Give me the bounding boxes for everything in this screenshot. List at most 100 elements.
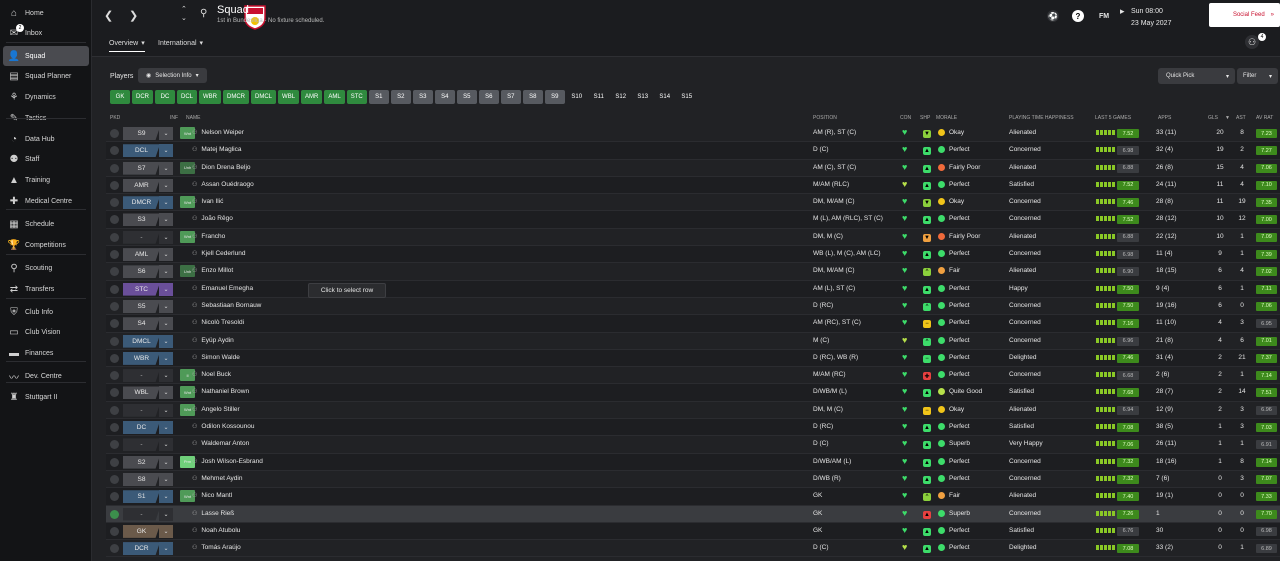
chevron-down-icon[interactable]: ⌄ bbox=[159, 455, 173, 469]
sidebar-item-finances[interactable]: ▬ Finances bbox=[3, 343, 89, 363]
chevron-down-icon[interactable]: ⌄ bbox=[159, 299, 173, 313]
col-morale[interactable]: MORALE bbox=[936, 115, 957, 121]
player-name-cell[interactable]: ⚇ Waldemar Anton bbox=[192, 440, 249, 447]
sidebar-item-club-vision[interactable]: ▭ Club Vision bbox=[3, 322, 89, 342]
manager-avatar-icon[interactable]: ⚇ bbox=[1245, 35, 1259, 49]
table-row[interactable]: - ⌄ ⚇ Lasse Rieß GK ♥ ▲ Superb Concerned 7.26 1 0 0 7… bbox=[106, 505, 1280, 523]
player-name-cell[interactable]: ⚇ João Rêgo bbox=[192, 215, 233, 222]
table-row[interactable]: DMCR ⌄ Wnt ⚇ Ivan Ilić DM, M/AM (C) ♥ ▼ Okay Conc… bbox=[106, 194, 1280, 212]
player-name-cell[interactable]: ⚇ Matej Maglica bbox=[192, 146, 242, 153]
select-checkbox[interactable] bbox=[110, 250, 119, 260]
chevron-down-icon[interactable]: ⌄ bbox=[159, 490, 173, 504]
position-filter-s11[interactable]: S11 bbox=[589, 90, 609, 104]
position-filter-s2[interactable]: S2 bbox=[390, 90, 411, 104]
select-checkbox[interactable] bbox=[110, 405, 119, 415]
selection-position-tag[interactable]: S4 bbox=[123, 317, 160, 331]
table-row[interactable]: DCR ⌄ ⚇ Tomás Araújo D (C) ♥ ▲ Perfect Delighted… bbox=[106, 540, 1280, 558]
table-row[interactable]: DCL ⌄ ⚇ Matej Maglica D (C) ♥ ▲ Perfect Concerne… bbox=[106, 142, 1280, 160]
player-name-cell[interactable]: ⚇ Simon Walde bbox=[192, 354, 240, 361]
table-row[interactable]: S4 ⌄ ⚇ Nicolò Tresoldi AM (RC), ST (C) ♥ − Perf… bbox=[106, 315, 1280, 333]
select-checkbox[interactable] bbox=[110, 371, 119, 381]
col-position[interactable]: POSITION bbox=[813, 115, 837, 121]
chevron-down-icon[interactable]: ⌄ bbox=[181, 14, 187, 22]
continue-icon[interactable]: ▸ bbox=[1120, 6, 1125, 17]
table-row[interactable]: DC ⌄ ⚇ Odilon Kossounou D (RC) ♥ ▲ Perfect Satis… bbox=[106, 419, 1280, 437]
position-filter-s7[interactable]: S7 bbox=[500, 90, 521, 104]
player-name-cell[interactable]: ⚇ Sebastiaan Bornauw bbox=[192, 302, 261, 309]
select-checkbox[interactable] bbox=[110, 215, 119, 225]
chevron-down-icon[interactable]: ⌄ bbox=[159, 213, 173, 227]
table-row[interactable]: AMR ⌄ ⚇ Assan Ouédraogo M/AM (RLC) ♥ ▲ Perfect S… bbox=[106, 176, 1280, 195]
selection-position-tag[interactable]: AML bbox=[123, 248, 160, 262]
filter-button[interactable]: Filter ▾ bbox=[1237, 68, 1278, 84]
position-filter-s3[interactable]: S3 bbox=[412, 90, 433, 104]
social-feed-button[interactable]: Social Feed » bbox=[1209, 3, 1280, 27]
player-name-cell[interactable]: ⚇ Nathaniel Brown bbox=[192, 388, 249, 395]
sort-desc-icon[interactable]: ▼ bbox=[1225, 115, 1230, 121]
player-name-cell[interactable]: ⚇ Dion Drena Beljo bbox=[192, 164, 251, 171]
selection-position-tag[interactable]: - bbox=[123, 369, 160, 383]
player-name-cell[interactable]: ⚇ Odilon Kossounou bbox=[192, 423, 255, 430]
chevron-down-icon[interactable]: ⌄ bbox=[159, 386, 173, 400]
position-filter-wbl[interactable]: WBL bbox=[278, 90, 300, 104]
select-checkbox[interactable] bbox=[110, 474, 119, 484]
table-row[interactable]: S3 ⌄ ⚇ João Rêgo M (L), AM (RLC), ST (C) ♥ ▲ Pe… bbox=[106, 211, 1280, 229]
table-row[interactable]: S6 ⌄ Unh ⚇ Enzo Millot DM, M/AM (C) ♥ ^ Fair Alie… bbox=[106, 263, 1280, 281]
sidebar-item-squad-planner[interactable]: ▤ Squad Planner bbox=[3, 66, 89, 86]
selection-position-tag[interactable]: DMCL bbox=[123, 334, 160, 348]
help-icon[interactable]: ? bbox=[1072, 10, 1084, 22]
selection-position-tag[interactable]: WBR bbox=[123, 351, 160, 365]
position-filter-s5[interactable]: S5 bbox=[456, 90, 477, 104]
chevron-down-icon[interactable]: ⌄ bbox=[159, 144, 173, 158]
player-name-cell[interactable]: ⚇ Nelson Weiper bbox=[192, 129, 244, 136]
sidebar-item-transfers[interactable]: ⇄ Transfers bbox=[3, 279, 89, 299]
select-checkbox[interactable] bbox=[110, 544, 119, 554]
player-name-cell[interactable]: ⚇ Assan Ouédraogo bbox=[192, 181, 254, 188]
position-filter-dcr[interactable]: DCR bbox=[132, 90, 153, 104]
back-icon[interactable]: ❮ bbox=[104, 9, 113, 22]
chevron-down-icon[interactable]: ⌄ bbox=[159, 334, 173, 348]
chevron-down-icon[interactable]: ⌄ bbox=[159, 161, 173, 175]
position-filter-s9[interactable]: S9 bbox=[544, 90, 565, 104]
sidebar-item-staff[interactable]: ⚉ Staff bbox=[3, 149, 89, 169]
col-ast[interactable]: AST bbox=[1236, 115, 1246, 121]
table-row[interactable]: STC ⌄ ⚇ Emanuel Emegha AM (L), ST (C) ♥ ▲ Perfe… bbox=[106, 280, 1280, 298]
col-gls[interactable]: GLS bbox=[1208, 115, 1218, 121]
position-filter-aml[interactable]: AML bbox=[324, 90, 345, 104]
player-name-cell[interactable]: ⚇ Noah Atubolu bbox=[192, 527, 240, 534]
col-con[interactable]: CON bbox=[900, 115, 911, 121]
table-row[interactable]: S5 ⌄ ⚇ Sebastiaan Bornauw D (RC) ♥ ^ Perfect Con… bbox=[106, 298, 1280, 316]
selection-position-tag[interactable]: DC bbox=[123, 421, 160, 435]
col-pkd[interactable]: PKD bbox=[110, 115, 120, 121]
search-icon[interactable]: ⚲ bbox=[200, 8, 207, 19]
sidebar-item-schedule[interactable]: ▦ Schedule bbox=[3, 214, 89, 234]
col-inf[interactable]: INF bbox=[170, 115, 178, 121]
select-checkbox[interactable] bbox=[110, 198, 119, 208]
player-name-cell[interactable]: ⚇ Francho bbox=[192, 233, 225, 240]
chevron-down-icon[interactable]: ⌄ bbox=[159, 230, 173, 244]
date-display[interactable]: Sun 08:00 23 May 2027 bbox=[1131, 6, 1171, 30]
selection-position-tag[interactable]: S1 bbox=[123, 490, 160, 504]
select-checkbox[interactable] bbox=[110, 319, 119, 329]
table-row[interactable]: WBR ⌄ ⚇ Simon Walde D (RC), WB (R) ♥ − Perfect D… bbox=[106, 349, 1280, 368]
table-row[interactable]: AML ⌄ ⚇ Kjell Cederlund WB (L), M (C), AM (L… bbox=[106, 246, 1280, 264]
sidebar-item-dev-centre[interactable]: 〰 Dev. Centre bbox=[3, 366, 89, 386]
selection-position-tag[interactable]: - bbox=[123, 438, 160, 452]
select-checkbox[interactable] bbox=[110, 180, 119, 190]
position-filter-dmcl[interactable]: DMCL bbox=[251, 90, 277, 104]
position-filter-dmcr[interactable]: DMCR bbox=[223, 90, 250, 104]
selection-position-tag[interactable]: S6 bbox=[123, 265, 160, 279]
position-filter-s13[interactable]: S13 bbox=[633, 90, 653, 104]
position-filter-stc[interactable]: STC bbox=[346, 90, 367, 104]
select-checkbox[interactable] bbox=[110, 353, 119, 363]
position-filter-s1[interactable]: S1 bbox=[368, 90, 389, 104]
table-row[interactable]: GK ⌄ ⚇ Noah Atubolu GK ♥ ▲ Perfect Satisfied 6.76… bbox=[106, 522, 1280, 541]
table-row[interactable]: S8 ⌄ ⚇ Mehmet Aydin D/WB (R) ♥ ▲ Perfect Concern… bbox=[106, 471, 1280, 489]
player-name-cell[interactable]: ⚇ Nico Mantl bbox=[192, 492, 232, 499]
col-shp[interactable]: SHP bbox=[920, 115, 930, 121]
position-filter-s4[interactable]: S4 bbox=[434, 90, 455, 104]
chevron-down-icon[interactable]: ⌄ bbox=[159, 282, 173, 296]
player-name-cell[interactable]: ⚇ Ivan Ilić bbox=[192, 198, 223, 205]
sidebar-item-stuttgart-ii[interactable]: ♜ Stuttgart II bbox=[3, 387, 89, 407]
select-checkbox[interactable] bbox=[110, 440, 119, 450]
